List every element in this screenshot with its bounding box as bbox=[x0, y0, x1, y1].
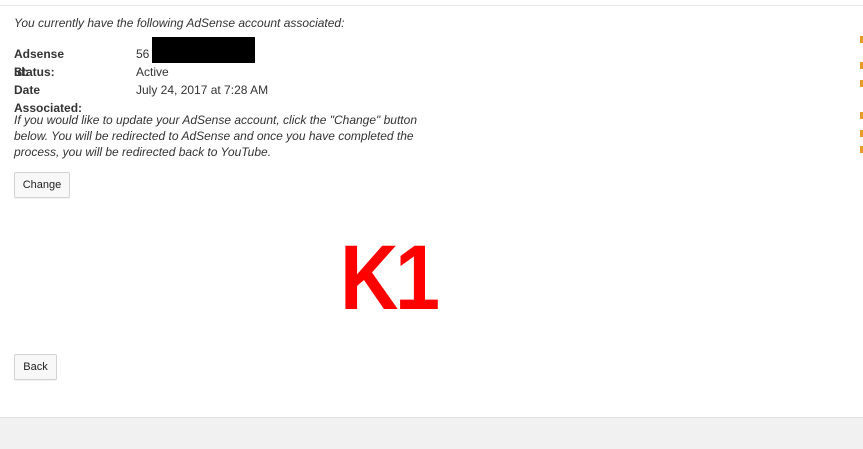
k1-watermark: K1 bbox=[340, 227, 440, 329]
clipped-sidebar-edge bbox=[858, 22, 863, 172]
change-button[interactable]: Change bbox=[14, 172, 70, 198]
top-divider bbox=[0, 0, 863, 6]
status-label: Status: bbox=[14, 65, 55, 79]
back-button[interactable]: Back bbox=[14, 354, 57, 380]
redaction-box bbox=[152, 37, 255, 63]
adsense-association-panel: You currently have the following AdSense… bbox=[0, 0, 863, 418]
status-value: Active bbox=[136, 65, 169, 79]
intro-text: You currently have the following AdSense… bbox=[14, 16, 345, 30]
adsense-id-value: 56 bbox=[136, 47, 150, 61]
change-instructions: If you would like to update your AdSense… bbox=[14, 113, 417, 159]
date-associated-value: July 24, 2017 at 7:28 AM bbox=[136, 83, 269, 97]
